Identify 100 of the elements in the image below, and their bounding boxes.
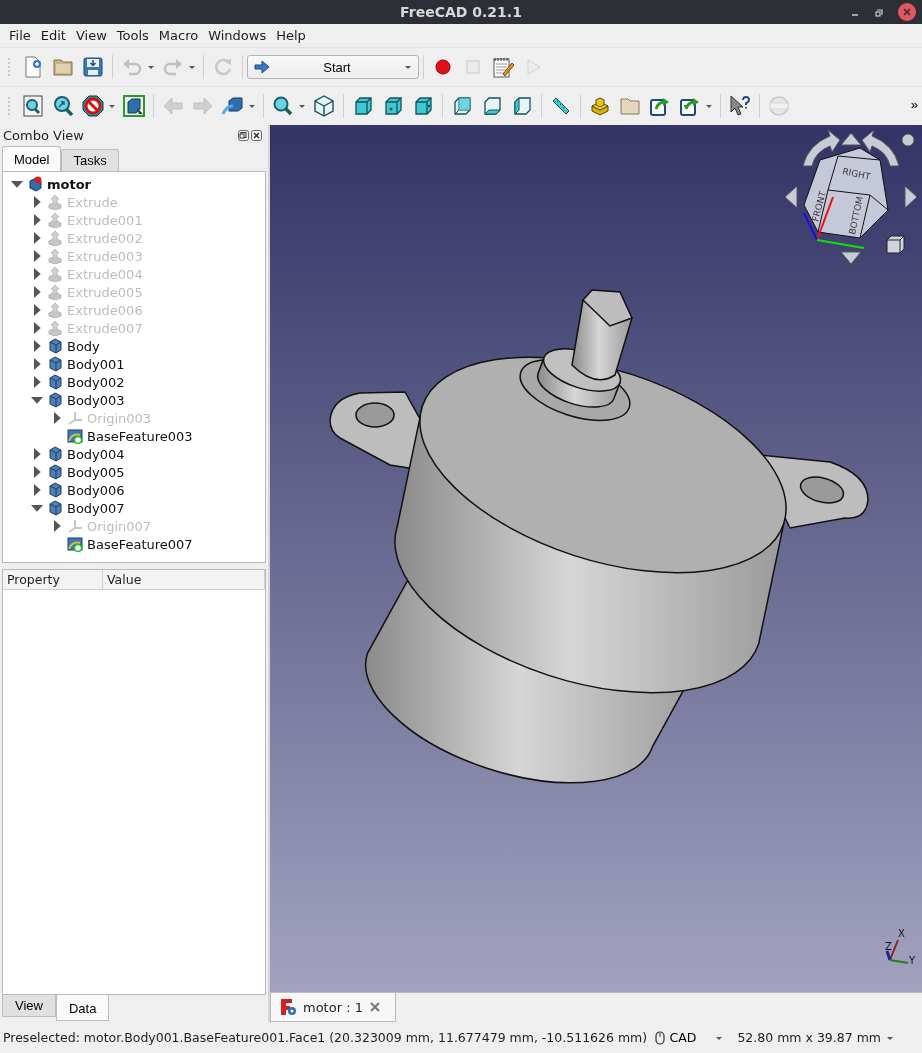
document-tab[interactable]: motor : 1 — [270, 993, 396, 1022]
body-cube-icon — [47, 356, 63, 372]
caret-icon — [298, 103, 306, 109]
column-header: Value — [103, 570, 265, 589]
tree-item[interactable]: Body001 — [67, 356, 125, 372]
menu-item[interactable]: Windows — [203, 28, 272, 43]
base-feature-icon — [67, 536, 83, 552]
extrude-icon — [47, 230, 63, 246]
navigation-cube-drawing[interactable] — [803, 147, 889, 239]
close-icon — [368, 1001, 381, 1013]
navigation-style-dropdown[interactable]: CAD — [669, 1030, 711, 1045]
extrude-icon — [47, 248, 63, 264]
cube-face-label: BOTTOM — [847, 195, 865, 236]
column-header: Property — [3, 570, 103, 589]
tree-item[interactable]: Body — [67, 338, 100, 354]
body-cube-icon — [47, 482, 63, 498]
extrude-icon — [47, 284, 63, 300]
small-cube-icon[interactable] — [886, 235, 905, 254]
body-cube-icon — [47, 464, 63, 480]
caret-icon — [108, 103, 116, 109]
tree-item[interactable]: Body002 — [67, 374, 125, 390]
caret-icon — [248, 103, 256, 109]
axes-icon — [67, 410, 83, 426]
document-tab-label: motor : 1 — [303, 999, 363, 1015]
down-arrow-icon[interactable] — [840, 251, 862, 265]
base-feature-icon — [67, 428, 83, 444]
tree-item[interactable]: Body004 — [67, 446, 125, 462]
body-cube-icon — [47, 392, 63, 408]
caret-icon — [188, 64, 196, 70]
3d-viewport[interactable]: RIGHT FRONT BOTTOM X Z Y — [270, 125, 922, 992]
tree-item[interactable]: Body003 — [67, 392, 125, 408]
float-panel-button[interactable] — [238, 130, 249, 141]
panel-tab[interactable]: Data — [55, 995, 110, 1021]
magnifier-arrow-icon — [51, 94, 75, 118]
workbench-dropdown[interactable]: Start — [247, 55, 419, 79]
notepad-pencil-icon — [491, 55, 515, 79]
circle-icon — [767, 94, 791, 118]
cube-face-label: FRONT — [810, 190, 828, 223]
window-title: FreeCAD 0.21.1 — [400, 4, 522, 20]
prohibition-icon — [81, 94, 105, 118]
tree-item[interactable]: Body006 — [67, 482, 125, 498]
expand-arrow-icon[interactable] — [31, 376, 43, 388]
collapse-arrow-icon[interactable] — [31, 394, 43, 406]
expand-arrow-icon[interactable] — [31, 358, 43, 370]
expand-arrow-icon[interactable] — [31, 340, 43, 352]
wireframe-cube-icon — [312, 94, 336, 118]
extrude-icon — [47, 320, 63, 336]
zoom-icon — [271, 94, 295, 118]
caret-icon — [705, 103, 713, 109]
rotate-right-arrow-icon[interactable] — [861, 129, 900, 167]
menu-item[interactable]: Macro — [153, 28, 204, 43]
collapse-arrow-icon[interactable] — [11, 178, 23, 190]
left-arrow-icon[interactable] — [784, 185, 798, 209]
mouse-icon — [654, 1030, 665, 1045]
close-icon — [251, 130, 262, 141]
panel-tab[interactable]: Tasks — [61, 149, 119, 171]
menu-item[interactable]: File — [4, 28, 36, 43]
axis-label: Z — [885, 941, 892, 952]
float-icon — [238, 130, 249, 141]
panel-tab[interactable]: Model — [2, 146, 62, 171]
toolbar-handle-icon — [6, 94, 12, 118]
right-arrow-icon — [254, 59, 270, 75]
tree-item[interactable]: Body005 — [67, 464, 125, 480]
menu-item[interactable]: Help — [271, 28, 311, 43]
close-tab-button[interactable] — [368, 1001, 381, 1013]
body-cube-icon — [47, 338, 63, 354]
toolbar-handle-icon — [6, 55, 12, 79]
extrude-icon — [47, 212, 63, 228]
close-button[interactable] — [898, 3, 916, 24]
document-icon — [27, 176, 43, 192]
close-panel-button[interactable] — [251, 130, 262, 141]
right-arrow-icon[interactable] — [904, 185, 918, 209]
expand-arrow-icon[interactable] — [31, 484, 43, 496]
tree-item[interactable]: BaseFeature007 — [87, 536, 193, 552]
body-cube-icon — [47, 500, 63, 516]
toolbar-overflow-button[interactable]: » — [910, 97, 918, 112]
menu-item[interactable]: View — [70, 28, 112, 43]
cube-face-label: RIGHT — [841, 166, 872, 182]
menu-circle-icon[interactable] — [901, 133, 915, 147]
tree-item[interactable]: BaseFeature003 — [87, 428, 193, 444]
axes-icon — [67, 518, 83, 534]
tree-item[interactable]: Body007 — [67, 500, 125, 516]
menu-item[interactable]: Edit — [35, 28, 71, 43]
expand-arrow-icon[interactable] — [31, 448, 43, 460]
up-arrow-icon[interactable] — [840, 132, 862, 146]
restore-icon — [874, 8, 884, 18]
panel-tab[interactable]: View — [2, 995, 56, 1017]
extrude-icon — [47, 194, 63, 210]
collapse-arrow-icon[interactable] — [31, 502, 43, 514]
panel-title: Combo View — [3, 128, 84, 143]
rotate-left-arrow-icon[interactable] — [802, 129, 841, 167]
axis-indicator-icon — [885, 939, 909, 964]
body-cube-icon — [47, 446, 63, 462]
axis-label: Y — [909, 955, 916, 966]
menu-item[interactable]: Tools — [111, 28, 154, 43]
tree-item[interactable]: motor — [47, 176, 92, 192]
expand-arrow-icon[interactable] — [31, 466, 43, 478]
app-logo-icon — [279, 998, 297, 1016]
close-icon — [898, 3, 916, 21]
caret-icon — [404, 64, 412, 70]
